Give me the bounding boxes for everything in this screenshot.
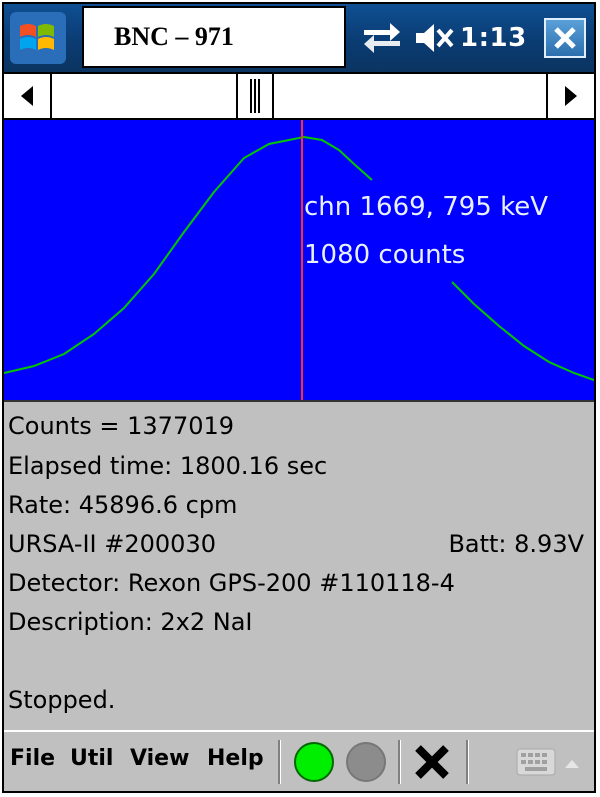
status-area: 1:13 <box>360 16 527 60</box>
counts-text: Counts = 1377019 <box>8 412 235 440</box>
spectrum-plot[interactable]: chn 1669, 795 keV 1080 counts <box>4 120 594 400</box>
app-window: BNC – 971 1:13 chn 1669, 795 keV 1080 co… <box>2 2 596 793</box>
menu-help[interactable]: Help <box>207 746 264 771</box>
scroll-left-button[interactable] <box>4 74 52 118</box>
arrow-right-icon <box>565 86 577 106</box>
title-bar: BNC – 971 1:13 <box>4 4 594 72</box>
grip-icon <box>250 79 260 113</box>
cursor-channel-label: chn 1669, 795 keV <box>304 192 549 222</box>
keyboard-icon[interactable] <box>516 748 556 776</box>
window-title: BNC – 971 <box>82 6 346 68</box>
arrow-left-icon <box>21 86 33 106</box>
cursor-counts-label: 1080 counts <box>304 240 466 270</box>
horizontal-scrollbar[interactable] <box>4 72 594 120</box>
spectrum-trace-right <box>451 281 594 381</box>
black-x-icon[interactable] <box>412 742 452 782</box>
window-title-text: BNC – 971 <box>114 22 234 51</box>
clock[interactable]: 1:13 <box>460 23 527 53</box>
menu-bar: File Util View Help <box>4 730 594 791</box>
battery-text: Batt: 8.93V <box>448 530 584 558</box>
scroll-right-button[interactable] <box>546 74 594 118</box>
rate-text: Rate: 45896.6 cpm <box>8 491 238 519</box>
info-panel: Counts = 1377019 Elapsed time: 1800.16 s… <box>4 400 594 732</box>
spectrum-canvas <box>4 120 594 400</box>
green-circle-icon[interactable] <box>294 742 334 782</box>
gray-circle-icon[interactable] <box>346 742 386 782</box>
windows-start-icon[interactable] <box>10 12 66 64</box>
elapsed-time-text: Elapsed time: 1800.16 sec <box>8 452 328 480</box>
menu-util[interactable]: Util <box>70 746 113 771</box>
toolbar-separator <box>278 740 281 784</box>
input-panel-arrow-icon[interactable] <box>564 754 580 768</box>
description-text: Description: 2x2 NaI <box>8 608 253 636</box>
close-button[interactable] <box>544 18 586 58</box>
scroll-thumb[interactable] <box>236 74 274 118</box>
speaker-muted-icon[interactable] <box>412 18 456 58</box>
menu-file[interactable]: File <box>10 746 55 771</box>
menu-view[interactable]: View <box>130 746 189 771</box>
status-text: Stopped. <box>8 686 116 714</box>
detector-text: Detector: Rexon GPS-200 #110118-4 <box>8 569 455 597</box>
connectivity-arrows-icon[interactable] <box>360 18 404 58</box>
toolbar-separator <box>398 740 401 784</box>
device-text: URSA-II #200030 <box>8 530 216 558</box>
toolbar-separator <box>466 740 469 784</box>
close-x-icon <box>554 27 576 49</box>
